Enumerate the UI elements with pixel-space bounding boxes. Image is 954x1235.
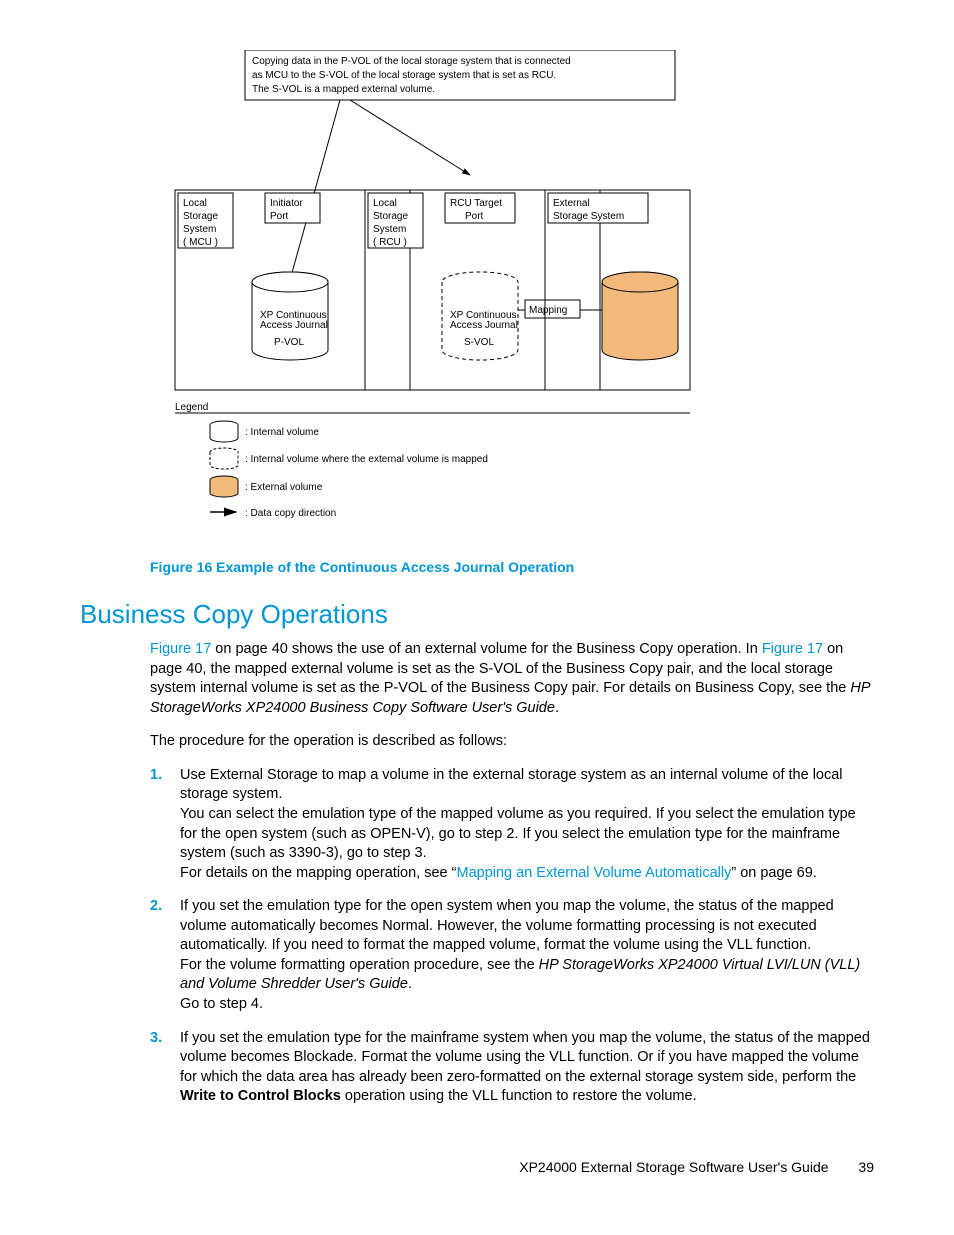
copy-note-l1: Copying data in the P-VOL of the local s… [252, 56, 571, 67]
svol-aj: Access Journal [450, 320, 518, 331]
rcu-l3: System [373, 224, 406, 235]
step1-d: ” on page 69. [731, 865, 816, 881]
legend-int: : Internal volume [245, 427, 319, 438]
section-heading: Business Copy Operations [80, 599, 874, 630]
mapping-label: Mapping [529, 305, 567, 316]
figure-diagram: Copying data in the P-VOL of the local s… [170, 50, 874, 545]
ext-l2: Storage System [553, 211, 624, 222]
intro-t3: . [555, 700, 559, 716]
intro-t1: on page 40 shows the use of an external … [211, 641, 762, 657]
copy-note-l2: as MCU to the S-VOL of the local storage… [252, 70, 556, 81]
step2-d: . [408, 976, 412, 992]
step-2: 2. If you set the emulation type for the… [150, 897, 874, 1014]
step2-b: For the volume formatting operation proc… [180, 957, 539, 973]
link-figure-17b[interactable]: Figure 17 [762, 641, 823, 657]
copy-note-l3: The S-VOL is a mapped external volume. [252, 84, 435, 95]
link-figure-17a[interactable]: Figure 17 [150, 641, 211, 657]
link-mapping-auto[interactable]: Mapping an External Volume Automatically [456, 865, 731, 881]
legend-ext: : External volume [245, 482, 323, 493]
step3-b: Write to Control Blocks [180, 1088, 341, 1104]
step-num-3: 3. [150, 1029, 162, 1049]
legend-int-mapped: : Internal volume where the external vol… [245, 454, 488, 465]
footer-page-number: 39 [858, 1159, 874, 1175]
initiator-l1: Initiator [270, 198, 303, 209]
rcu-l1: Local [373, 198, 397, 209]
intro-para: Figure 17 on page 40 shows the use of an… [150, 640, 874, 718]
mcu-l4: ( MCU ) [183, 237, 218, 248]
step-num-1: 1. [150, 766, 162, 786]
footer-title: XP24000 External Storage Software User's… [519, 1159, 828, 1175]
step-num-2: 2. [150, 897, 162, 917]
legend-dir: : Data copy direction [245, 508, 336, 519]
mcu-l1: Local [183, 198, 207, 209]
step1-c: For details on the mapping operation, se… [180, 865, 456, 881]
step-1: 1. Use External Storage to map a volume … [150, 766, 874, 883]
svol-label: S-VOL [464, 337, 494, 348]
pvol-aj: Access Journal [260, 320, 328, 331]
initiator-l2: Port [270, 211, 289, 222]
step1-b: You can select the emulation type of the… [180, 806, 856, 861]
step3-c: operation using the VLL function to rest… [341, 1088, 697, 1104]
mcu-l2: Storage [183, 211, 218, 222]
rcu-l2: Storage [373, 211, 408, 222]
rcu-target-l2: Port [465, 211, 484, 222]
step3-a: If you set the emulation type for the ma… [180, 1030, 870, 1085]
mcu-l3: System [183, 224, 216, 235]
proc-lead: The procedure for the operation is descr… [150, 732, 874, 752]
figure-caption: Figure 16 Example of the Continuous Acce… [150, 559, 874, 575]
rcu-target-l1: RCU Target [450, 198, 502, 209]
step1-a: Use External Storage to map a volume in … [180, 767, 843, 803]
pvol-label: P-VOL [274, 337, 304, 348]
rcu-l4: ( RCU ) [373, 237, 407, 248]
page-footer: XP24000 External Storage Software User's… [519, 1159, 874, 1175]
ext-l1: External [553, 198, 590, 209]
step2-a: If you set the emulation type for the op… [180, 898, 834, 953]
step-3: 3. If you set the emulation type for the… [150, 1029, 874, 1107]
step2-e: Go to step 4. [180, 996, 263, 1012]
legend-title: Legend [175, 402, 208, 413]
